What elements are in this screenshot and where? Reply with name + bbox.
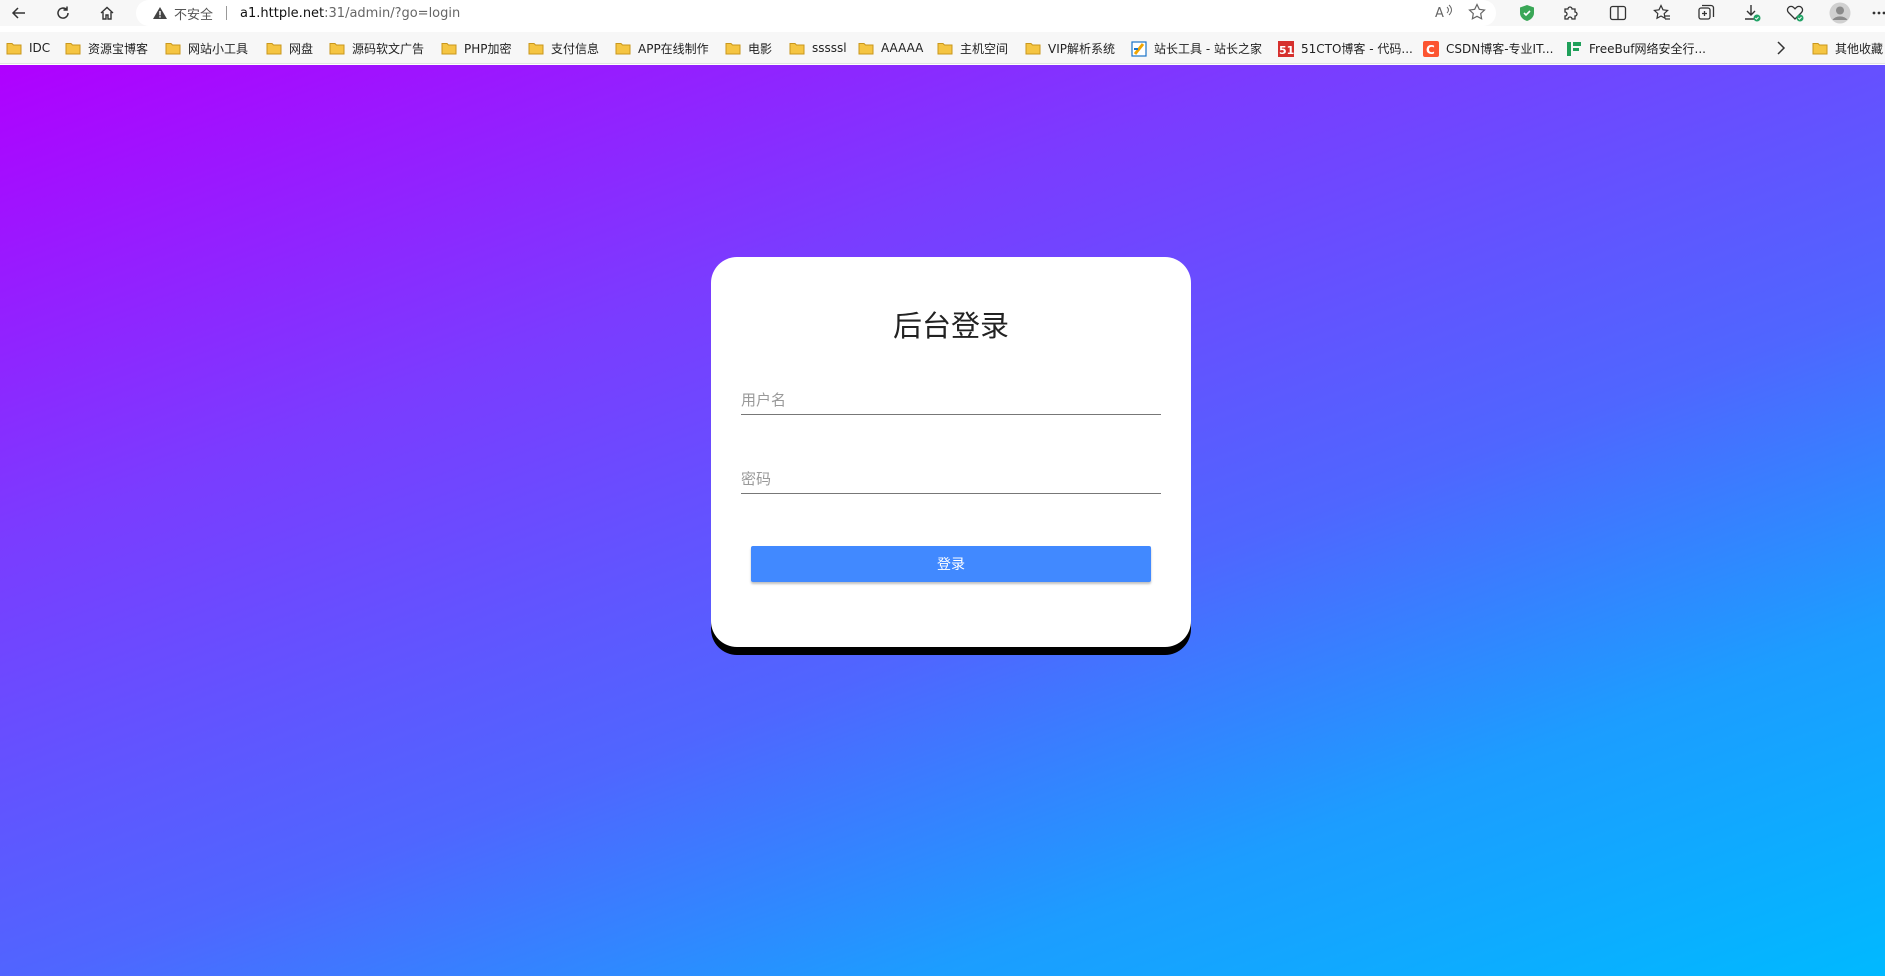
bookmark-label: sssssl <box>812 41 847 55</box>
home-button[interactable] <box>94 2 120 24</box>
bookmark-item[interactable]: C CSDN博客-专业IT... <box>1423 39 1553 57</box>
folder-icon <box>329 41 345 55</box>
back-button[interactable] <box>6 2 32 24</box>
bookmark-label: AAAAA <box>881 41 924 55</box>
bookmarks-bar: IDC 资源宝博客 网站小工具 网盘 源码软文广告 PHP加密 支付信息 APP… <box>0 32 1885 64</box>
bookmark-item[interactable]: 源码软文广告 <box>329 39 424 57</box>
bookmark-item[interactable]: sssssl <box>789 39 847 57</box>
folder-icon <box>65 41 81 55</box>
csdn-icon: C <box>1423 41 1439 57</box>
bookmark-item[interactable]: 网站小工具 <box>165 39 248 57</box>
bookmark-item[interactable]: AAAAA <box>858 39 923 57</box>
performance-heart-icon[interactable] <box>1782 1 1808 25</box>
login-button[interactable]: 登录 <box>751 546 1151 582</box>
bookmark-item[interactable]: 资源宝博客 <box>65 39 148 57</box>
bookmark-item[interactable]: APP在线制作 <box>615 39 709 57</box>
reload-button[interactable] <box>50 2 76 24</box>
favorites-icon[interactable] <box>1649 1 1675 25</box>
extensions-puzzle-icon[interactable] <box>1557 1 1583 25</box>
folder-icon <box>528 41 544 55</box>
folder-icon <box>789 41 805 55</box>
bookmark-label: 电影 <box>748 41 773 56</box>
folder-icon <box>266 41 282 55</box>
folder-icon <box>615 41 631 55</box>
bookmark-label: VIP解析系统 <box>1048 41 1115 56</box>
chevron-right-icon <box>1777 41 1786 55</box>
home-icon <box>100 6 114 20</box>
bookmark-item[interactable]: 51 51CTO博客 - 代码... <box>1278 39 1413 57</box>
username-input[interactable] <box>741 385 1161 415</box>
bookmark-label: FreeBuf网络安全行... <box>1589 41 1706 56</box>
bookmark-label: PHP加密 <box>464 41 512 56</box>
login-title: 后台登录 <box>892 309 1009 343</box>
shield-extension-icon[interactable] <box>1514 1 1540 25</box>
bookmark-item[interactable]: 其他收藏 <box>1812 39 1883 57</box>
omnibox-divider <box>226 6 228 20</box>
bookmark-item[interactable]: IDC <box>6 39 50 57</box>
folder-icon <box>858 41 874 55</box>
back-arrow-icon <box>11 7 25 19</box>
bookmark-label: APP在线制作 <box>638 41 709 56</box>
folder-icon <box>441 41 457 55</box>
folder-icon <box>1025 41 1041 55</box>
bookmark-item[interactable]: 支付信息 <box>528 39 599 57</box>
folder-icon <box>937 41 953 55</box>
bookmarks-overflow-button[interactable] <box>1776 39 1786 57</box>
folder-icon <box>1812 41 1828 55</box>
collections-icon[interactable] <box>1693 1 1719 25</box>
chinaz-icon <box>1131 41 1147 57</box>
freebuf-icon <box>1566 41 1582 56</box>
url-path: :31/admin/?go=login <box>324 5 461 21</box>
warning-icon <box>152 6 168 20</box>
folder-icon <box>165 41 181 55</box>
bookmark-item[interactable]: 主机空间 <box>937 39 1008 57</box>
bookmark-label: 源码软文广告 <box>352 41 425 56</box>
svg-text:A: A <box>1435 6 1444 21</box>
browser-toolbar: 不安全 a1.httple.net:31/admin/?go=login A <box>0 0 1885 26</box>
bookmark-item[interactable]: PHP加密 <box>441 39 512 57</box>
bookmark-label: 网站小工具 <box>188 41 249 56</box>
profile-avatar[interactable] <box>1827 1 1853 25</box>
bookmark-label: 主机空间 <box>960 41 1009 56</box>
read-aloud-icon[interactable]: A <box>1434 3 1454 21</box>
bookmark-label: 站长工具 - 站长之家 <box>1154 41 1262 56</box>
bookmark-item[interactable]: VIP解析系统 <box>1025 39 1115 57</box>
login-card: 后台登录 登录 <box>711 257 1191 647</box>
downloads-icon[interactable] <box>1739 1 1765 25</box>
folder-icon <box>6 41 22 55</box>
login-page-background: 后台登录 登录 <box>0 65 1885 976</box>
bookmark-item[interactable]: FreeBuf网络安全行... <box>1566 39 1706 57</box>
bookmark-label: 支付信息 <box>551 41 600 56</box>
51cto-icon: 51 <box>1278 41 1294 57</box>
reload-icon <box>57 6 69 19</box>
svg-text:51: 51 <box>1279 44 1294 57</box>
folder-icon <box>725 41 741 55</box>
more-menu-icon[interactable] <box>1866 1 1885 25</box>
bookmark-label: 其他收藏 <box>1835 41 1884 56</box>
favorite-star-icon[interactable] <box>1468 3 1486 21</box>
insecure-label: 不安全 <box>174 7 214 23</box>
address-bar[interactable]: 不安全 a1.httple.net:31/admin/?go=login A <box>136 0 1496 26</box>
password-input[interactable] <box>741 464 1161 494</box>
bookmark-label: CSDN博客-专业IT... <box>1446 41 1554 56</box>
svg-text:C: C <box>1426 43 1435 57</box>
bookmark-label: IDC <box>29 41 51 55</box>
bookmark-item[interactable]: 电影 <box>725 39 772 57</box>
split-screen-icon[interactable] <box>1605 1 1631 25</box>
omnibox-actions: A <box>1434 3 1486 21</box>
url-host: a1.httple.net <box>240 5 325 21</box>
bookmark-label: 资源宝博客 <box>88 41 149 56</box>
bookmark-item[interactable]: 站长工具 - 站长之家 <box>1131 39 1262 57</box>
bookmark-label: 51CTO博客 - 代码... <box>1301 41 1413 56</box>
bookmark-label: 网盘 <box>289 41 314 56</box>
bookmark-item[interactable]: 网盘 <box>266 39 313 57</box>
